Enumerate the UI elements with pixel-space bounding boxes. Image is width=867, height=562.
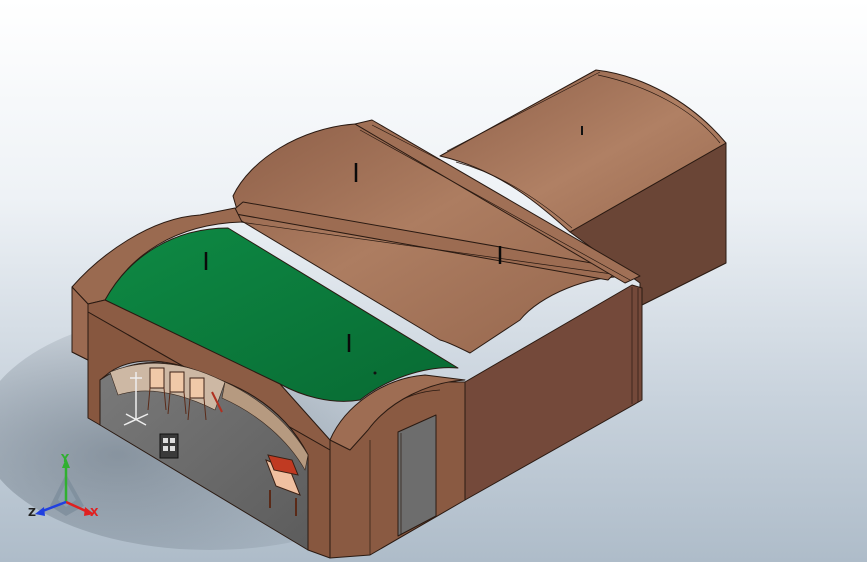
interior-cabinet <box>159 433 179 459</box>
roof-point-marker <box>373 371 377 375</box>
3d-viewport[interactable]: Y X Z <box>0 0 867 562</box>
model-canvas[interactable]: Y X Z <box>0 0 867 562</box>
triad-y-label: Y <box>60 452 70 465</box>
triad-x-label: X <box>90 506 99 519</box>
triad-z-label: Z <box>28 506 36 519</box>
side-door[interactable] <box>397 414 437 537</box>
